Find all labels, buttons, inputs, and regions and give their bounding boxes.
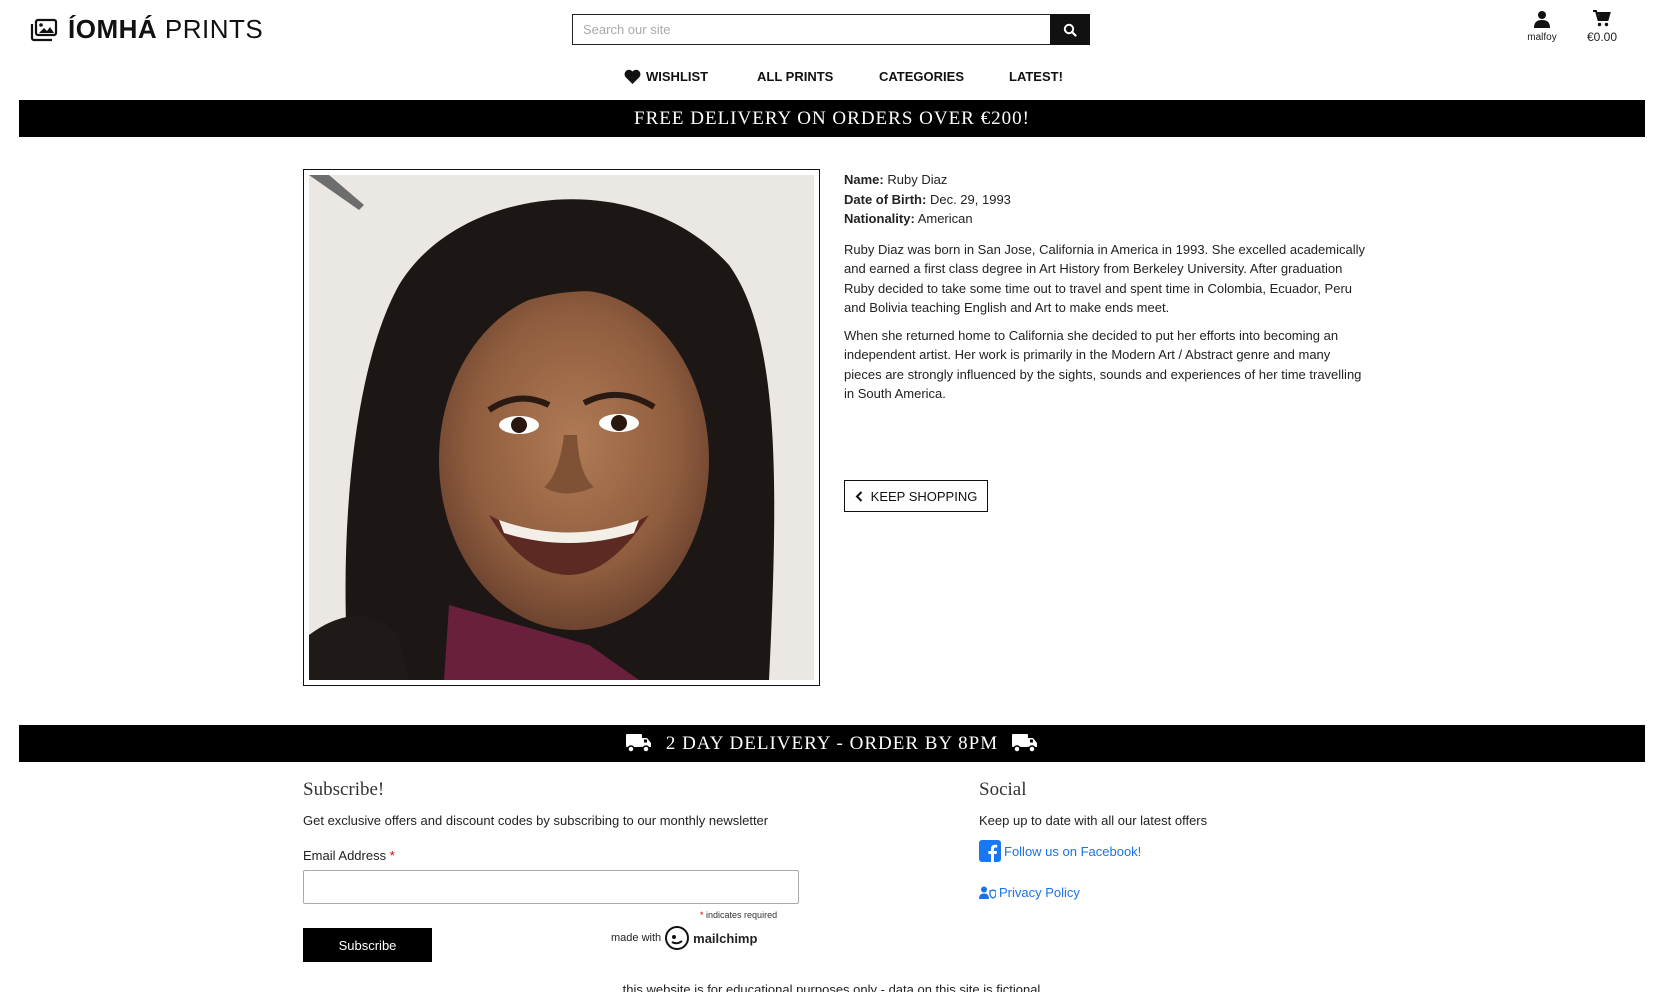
artist-nationality: American <box>917 211 973 226</box>
user-shield-icon <box>979 886 996 899</box>
privacy-policy-link[interactable]: Privacy Policy <box>979 885 1080 900</box>
nav-label: LATEST! <box>1009 69 1063 84</box>
required-note: * indicates required <box>700 910 778 920</box>
search-form <box>572 14 1090 45</box>
nav-label: ALL PRINTS <box>757 69 834 84</box>
search-input[interactable] <box>572 14 1050 45</box>
artist-info: Name: Ruby Diaz Date of Birth: Dec. 29, … <box>844 170 1366 404</box>
artist-portrait-frame <box>303 169 820 686</box>
shopping-cart-icon <box>1593 10 1611 27</box>
facebook-icon <box>979 840 1001 862</box>
account-username: malfoy <box>1527 32 1557 43</box>
cart-link[interactable]: €0.00 <box>1580 10 1624 44</box>
search-button[interactable] <box>1050 14 1090 45</box>
mailchimp-wordmark: mailchimp <box>693 930 758 946</box>
email-label: Email Address * <box>303 848 395 863</box>
mailchimp-icon <box>665 926 690 950</box>
artist-nationality-row: Nationality: American <box>844 211 973 226</box>
nav-item-latest[interactable]: LATEST! <box>1009 69 1063 84</box>
images-icon <box>30 18 58 41</box>
account-menu[interactable]: malfoy <box>1520 10 1564 43</box>
truck-icon <box>625 734 651 753</box>
banner-text: FREE DELIVERY ON ORDERS OVER €200! <box>634 107 1030 129</box>
email-field[interactable] <box>303 870 799 904</box>
brand-name: ÍOMHÁ PRINTS <box>68 14 264 44</box>
artist-photo <box>309 175 814 680</box>
subscribe-title: Subscribe! <box>303 779 385 800</box>
nav-item-all-prints[interactable]: ALL PRINTS <box>757 69 833 84</box>
privacy-policy-label: Privacy Policy <box>999 885 1080 900</box>
nav-label: CATEGORIES <box>879 69 964 84</box>
search-icon <box>1063 23 1077 37</box>
artist-bio-paragraph: When she returned home to California she… <box>844 327 1362 402</box>
main-nav: WISHLIST ALL PRINTS CATEGORIES LATEST! <box>0 67 1663 89</box>
site-disclaimer: this website is for educational purposes… <box>622 982 1041 992</box>
nav-label: WISHLIST <box>646 69 709 84</box>
nav-item-categories[interactable]: CATEGORIES <box>879 69 964 84</box>
nav-item-wishlist[interactable]: WISHLIST <box>624 69 708 84</box>
cart-total: €0.00 <box>1586 30 1618 44</box>
subscribe-description: Get exclusive offers and discount codes … <box>303 813 769 828</box>
heart-icon <box>624 69 641 84</box>
truck-icon <box>1012 734 1038 753</box>
delivery-banner-top: FREE DELIVERY ON ORDERS OVER €200! <box>19 100 1645 137</box>
artist-dob-row: Date of Birth: Dec. 29, 1993 <box>844 191 1011 207</box>
facebook-link-label: Follow us on Facebook! <box>1004 843 1142 859</box>
user-icon <box>1534 11 1550 28</box>
subscribe-button[interactable]: Subscribe <box>303 928 432 962</box>
facebook-link[interactable]: Follow us on Facebook! <box>979 840 1141 862</box>
brand-logo[interactable]: ÍOMHÁ PRINTS <box>30 14 263 45</box>
banner-text: 2 DAY DELIVERY - ORDER BY 8PM <box>665 732 999 754</box>
social-description: Keep up to date with all our latest offe… <box>979 813 1208 828</box>
social-title: Social <box>979 779 1027 800</box>
artist-name: Ruby Diaz <box>887 172 948 187</box>
mailchimp-badge[interactable]: made with mailchimp <box>611 926 757 950</box>
artist-bio-paragraph: Ruby Diaz was born in San Jose, Californ… <box>844 241 1365 316</box>
chevron-left-icon <box>855 490 862 502</box>
made-with-text: made with <box>611 932 662 944</box>
artist-name-row: Name: Ruby Diaz <box>844 172 948 187</box>
keep-shopping-button[interactable]: KEEP SHOPPING <box>844 480 988 512</box>
delivery-banner-bottom: 2 DAY DELIVERY - ORDER BY 8PM <box>19 725 1645 762</box>
artist-dob: Dec. 29, 1993 <box>929 191 1011 207</box>
